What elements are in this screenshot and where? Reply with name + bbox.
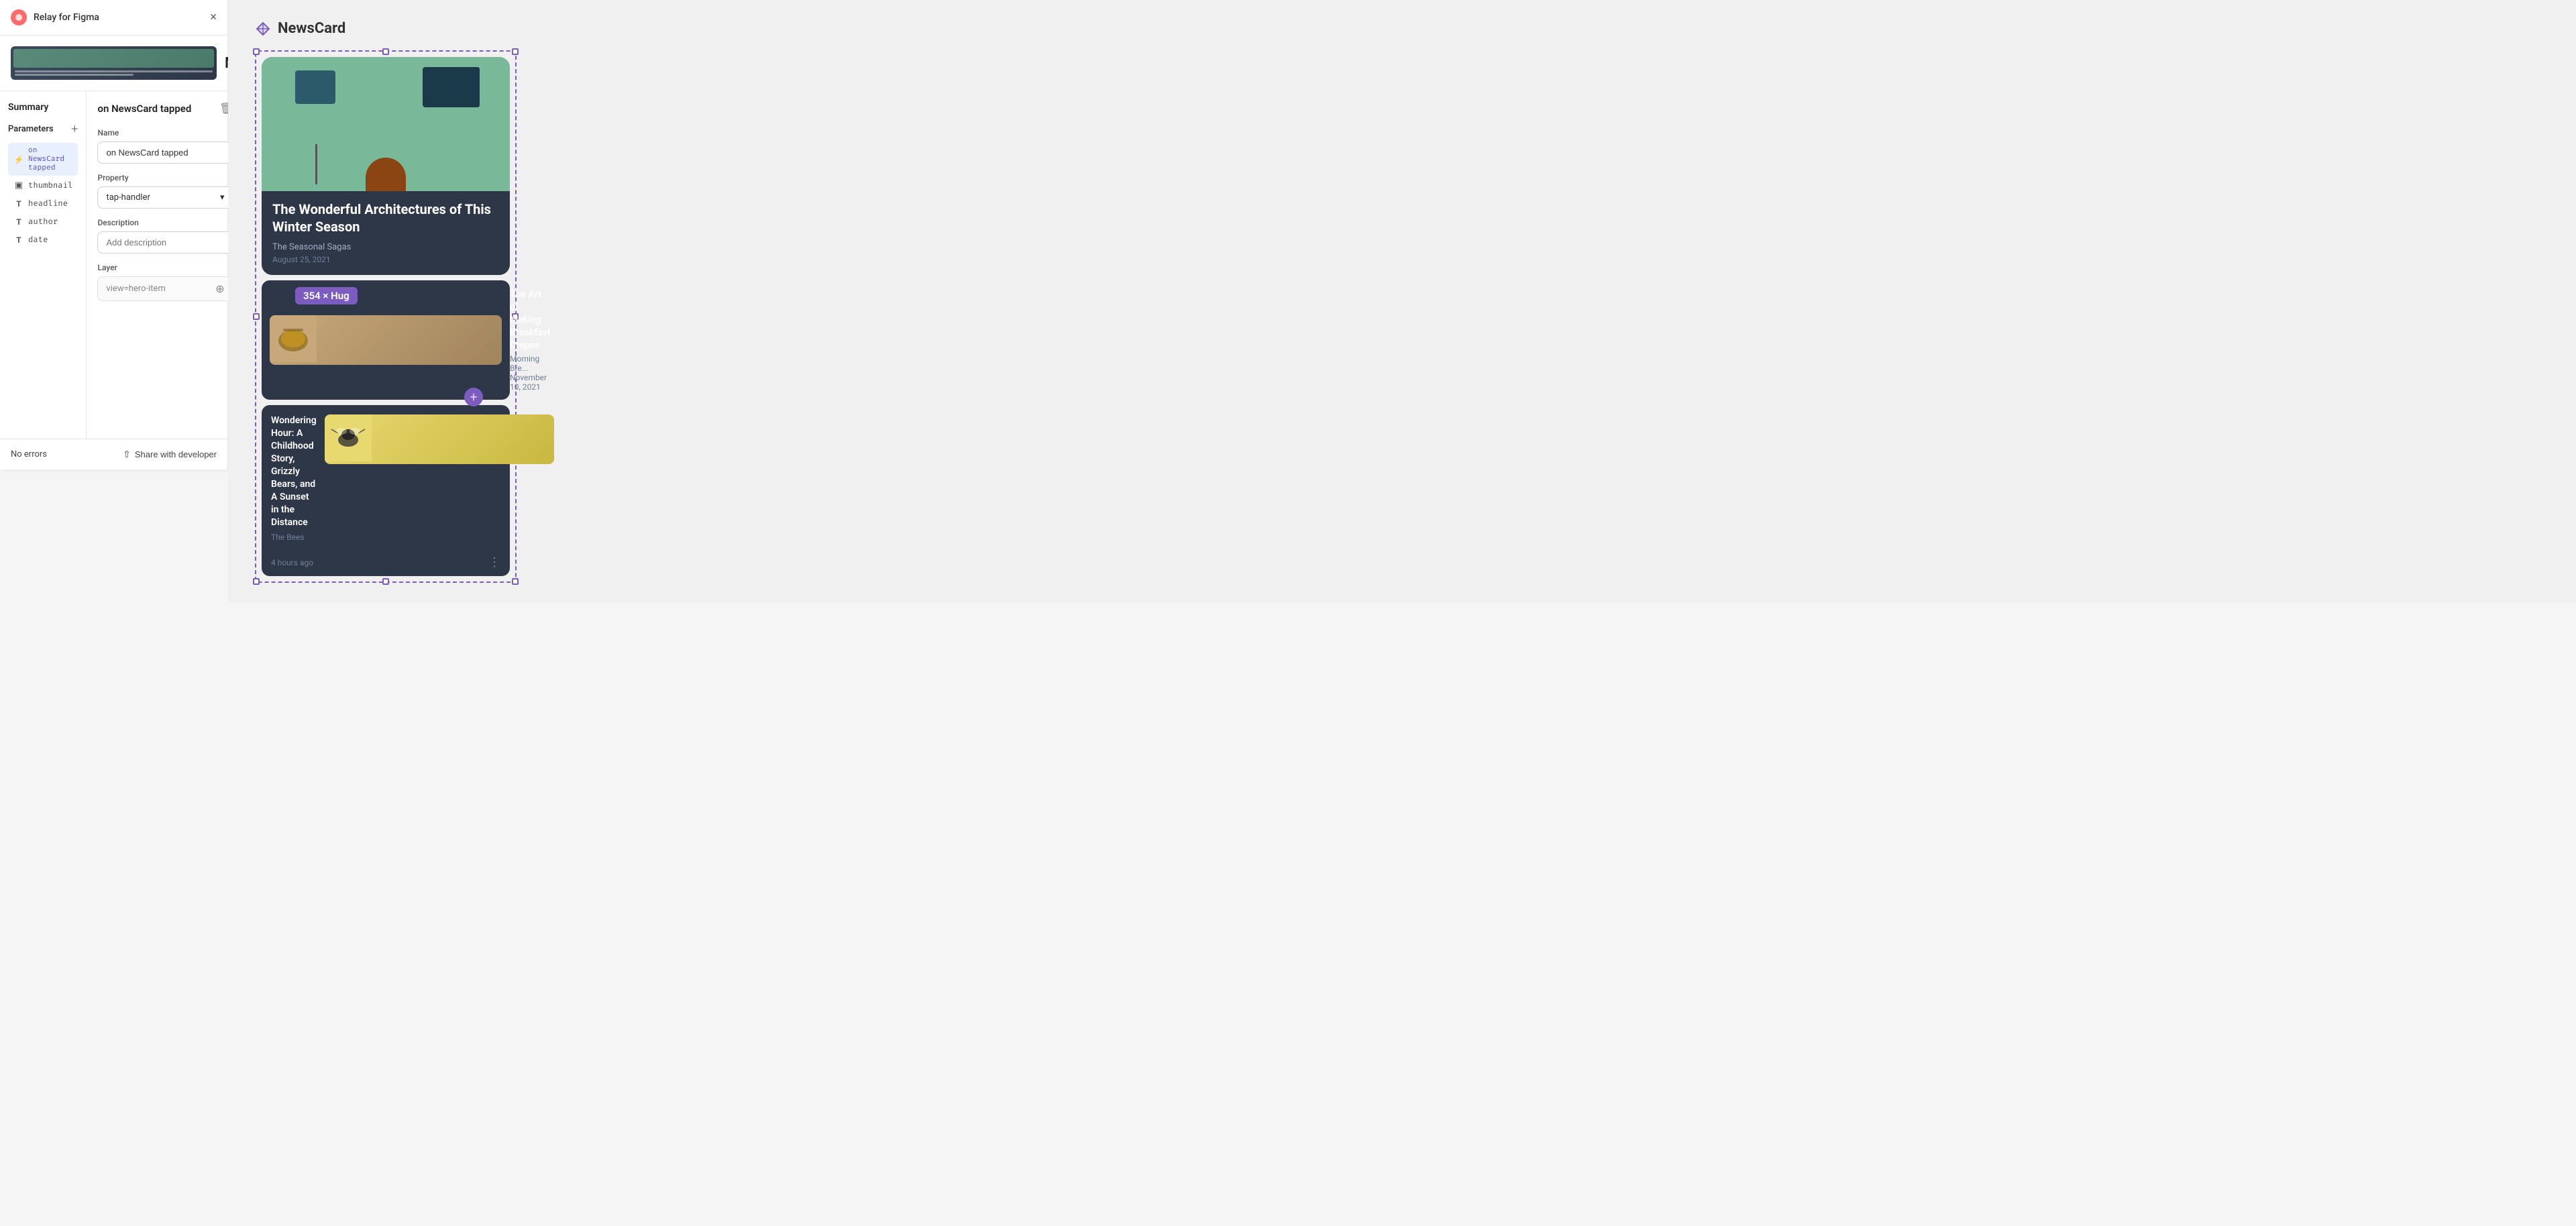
share-button[interactable]: ⇧ Share with developer [123,449,217,460]
newscard-inner: The Wonderful Architectures of This Wint… [262,57,510,576]
small-card-1-meta: Morning Bre... November 10, 2021 [510,354,551,392]
hero-author: The Seasonal Sagas [272,242,499,252]
layer-value-row: view=hero-item ⊕ [97,276,233,301]
handle-bottom-left[interactable] [253,578,260,585]
canvas-header: NewsCard [255,20,2549,37]
detail-panel: on NewsCard tapped 🗑 Name Property tap-h… [87,91,244,439]
handle-bottom-right[interactable] [512,578,519,585]
layer-label: Layer [97,263,233,272]
handle-top-right[interactable] [512,48,519,55]
share-icon: ⇧ [123,449,131,460]
detail-header: on NewsCard tapped 🗑 [97,102,233,115]
small-card-2-title: Wondering Hour: A Childhood Story, Grizz… [271,414,317,528]
newscard-container: The Wonderful Architectures of This Wint… [255,50,517,583]
handle-bottom-mid[interactable] [382,578,389,585]
thumb-line-1 [15,70,213,72]
name-label: Name [97,128,233,137]
small-card-2-footer: 4 hours ago ⋮ [271,550,500,576]
app-name: Relay for Figma [34,12,99,23]
description-label: Description [97,218,233,227]
canvas-area: NewsCard The Wonderfu [228,0,2576,603]
thumb-text-lines [13,69,214,77]
target-icon[interactable]: ⊕ [215,282,224,295]
detail-title: on NewsCard tapped [97,103,191,115]
panel-body: Summary Parameters + ⚡ on NewsCard tappe… [0,91,227,439]
plus-badge[interactable]: + [464,388,483,406]
description-input[interactable] [97,231,233,254]
params-header: Parameters + [8,122,78,136]
small-card-2-thumb [325,414,554,464]
left-panel: Relay for Figma × NewsCard ⋮ Summary Par… [0,0,228,469]
param-item-date[interactable]: T date [8,231,78,248]
small-card-2-content: Wondering Hour: A Childhood Story, Grizz… [271,414,317,542]
relay-logo [11,9,27,25]
hero-date: August 25, 2021 [272,255,499,264]
thumb-image-area [13,49,214,68]
small-card-1-content: The Art of Making Breakfast Crepes Morni… [510,288,551,392]
app-title-row: Relay for Figma [11,9,99,25]
hero-image [262,57,510,191]
shutter [466,67,480,107]
text-icon-date: T [13,235,24,245]
field-property: Property tap-handler ▾ [97,173,233,209]
hero-card[interactable]: The Wonderful Architectures of This Wint… [262,57,510,275]
field-name: Name [97,128,233,164]
param-item-author[interactable]: T author [8,213,78,230]
lamp-post [315,144,317,184]
figma-diamond-icon [255,21,271,37]
field-layer: Layer view=hero-item ⊕ [97,263,233,301]
more-icon[interactable]: ⋮ [488,555,500,569]
size-badge: 354 × Hug [295,287,358,304]
handle-top-mid[interactable] [382,48,389,55]
small-card-2-top: Wondering Hour: A Childhood Story, Grizz… [271,414,500,542]
property-select[interactable]: tap-handler ▾ [97,186,233,209]
param-label-author: author [28,217,58,227]
small-card-1-thumb [270,315,502,365]
param-item-headline[interactable]: T headline [8,195,78,212]
param-label-date: date [28,235,48,245]
no-errors-label: No errors [11,449,47,459]
field-row: Name Property tap-handler ▾ Description [97,128,233,301]
params-sidebar: Summary Parameters + ⚡ on NewsCard tappe… [0,91,87,439]
hero-content: The Wonderful Architectures of This Wint… [262,191,510,275]
small-card-1-wrapper: The Art of Making Breakfast Crepes Morni… [262,280,510,400]
layer-value: view=hero-item [106,284,165,294]
image-icon: ▣ [13,180,24,190]
param-item-thumbnail[interactable]: ▣ thumbnail [8,177,78,194]
component-thumbnail [11,46,217,80]
param-label-headline: headline [28,199,68,209]
summary-label: Summary [8,102,78,113]
panel-footer: No errors ⇧ Share with developer [0,439,227,469]
param-label-event: on NewsCard tapped [28,146,72,172]
small-card-1-title: The Art of Making Breakfast Crepes [510,288,551,351]
panel-header: Relay for Figma × [0,0,227,36]
field-description: Description [97,218,233,254]
text-icon-headline: T [13,199,24,209]
parameters-label: Parameters [8,124,54,134]
param-label-thumbnail: thumbnail [28,180,72,190]
hero-title: The Wonderful Architectures of This Wint… [272,201,499,235]
add-param-icon[interactable]: + [71,122,78,136]
thumb-line-2 [15,74,133,76]
small-card-2-time: 4 hours ago [271,558,313,567]
handle-mid-left[interactable] [253,313,260,320]
share-label: Share with developer [135,449,217,459]
property-label: Property [97,173,233,182]
window-left [295,70,335,104]
size-badge-label: 354 × Hug [303,290,350,302]
small-card-2-author: The Bees [271,533,317,542]
property-value: tap-handler [106,192,150,203]
param-item-event[interactable]: ⚡ on NewsCard tapped [8,143,78,176]
component-header: NewsCard ⋮ [0,36,227,91]
handle-top-left[interactable] [253,48,260,55]
text-icon-author: T [13,217,24,227]
canvas-title: NewsCard [278,20,345,37]
name-input[interactable] [97,142,233,164]
event-icon: ⚡ [13,155,24,164]
small-card-2[interactable]: Wondering Hour: A Childhood Story, Grizz… [262,405,510,576]
chevron-down-icon: ▾ [220,192,225,203]
close-icon[interactable]: × [210,11,217,23]
